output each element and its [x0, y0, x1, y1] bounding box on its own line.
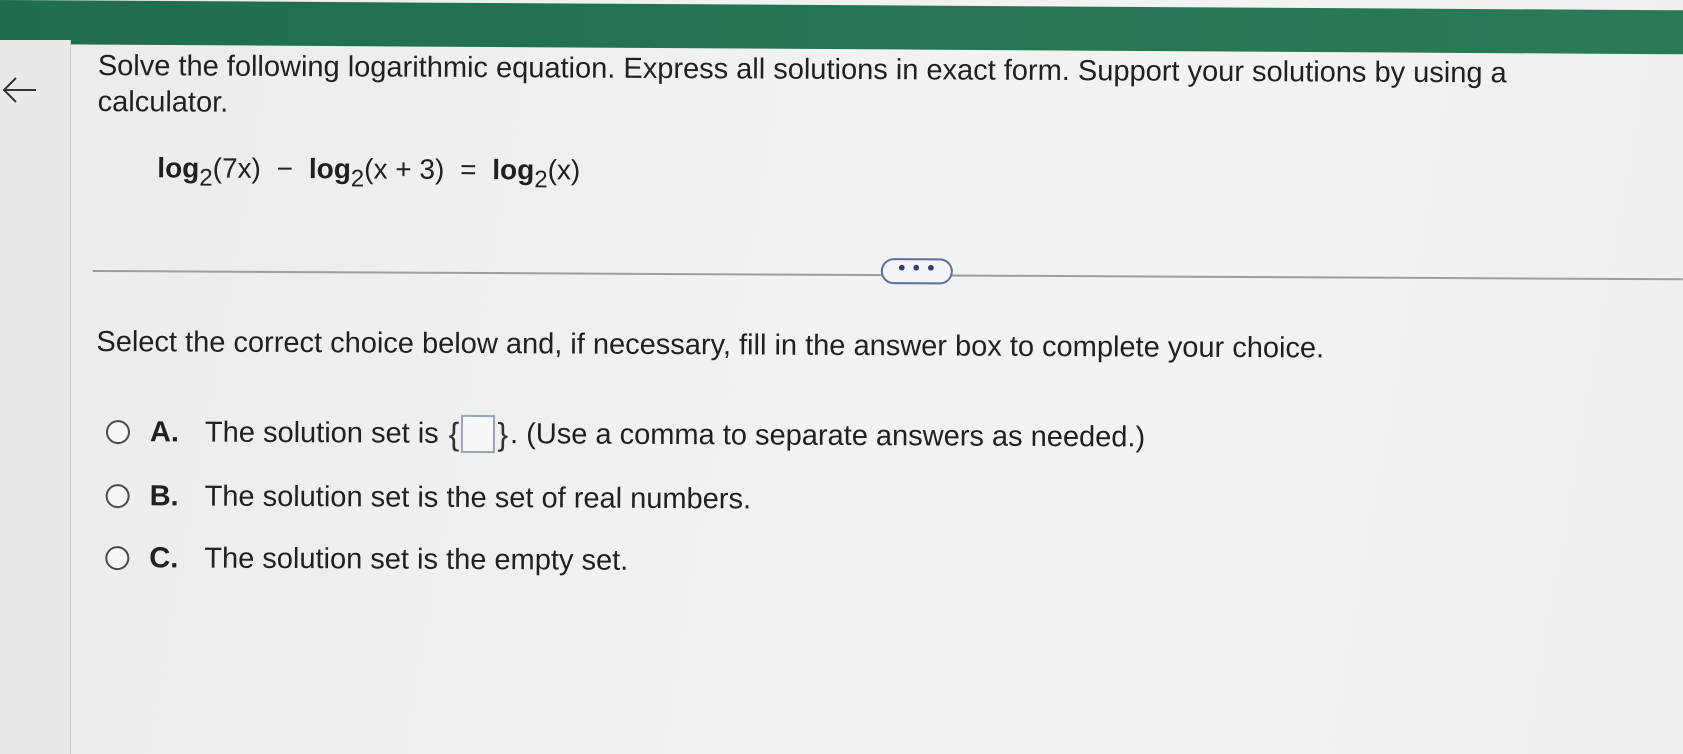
arrow-left-icon[interactable] [0, 70, 40, 110]
equation: log2(7x) − log2(x + 3) = log2(x) [157, 152, 581, 193]
log-argument-1: (7x) [212, 152, 262, 184]
log-term-1: log [157, 152, 200, 184]
equals-sign: = [460, 153, 477, 185]
instruction-text: Select the correct choice below and, if … [96, 325, 1325, 365]
left-panel-edge [0, 40, 71, 754]
log-argument-2: (x + 3) [364, 153, 445, 185]
question-content: Solve the following logarithmic equation… [92, 44, 1683, 752]
choice-c-letter: C. [149, 541, 179, 574]
log-base-3: 2 [534, 166, 548, 194]
choice-c-text: The solution set is the empty set. [204, 542, 629, 577]
log-base-1: 2 [199, 164, 213, 192]
log-base-2: 2 [350, 165, 365, 193]
log-argument-3: (x) [547, 154, 581, 186]
choice-b[interactable]: B. The solution set is the set of real n… [105, 476, 752, 519]
choice-a-text-before: The solution set is [204, 416, 439, 450]
choice-a-letter: A. [149, 415, 180, 448]
log-term-2: log [308, 153, 351, 185]
minus-sign: − [276, 152, 294, 185]
choice-b-text: The solution set is the set of real numb… [204, 480, 752, 515]
choice-c[interactable]: C. The solution set is the empty set. [105, 538, 628, 581]
choice-a-text-after: . (Use a comma to separate answers as ne… [509, 417, 1146, 453]
choice-b-letter: B. [149, 479, 179, 512]
open-brace: { [448, 415, 460, 452]
radio-choice-b[interactable] [105, 484, 130, 509]
close-brace: } [497, 415, 509, 452]
log-term-3: log [492, 154, 535, 186]
question-prompt: Solve the following logarithmic equation… [97, 49, 1507, 119]
choice-a[interactable]: A. The solution set is { } . (Use a comm… [105, 412, 1146, 457]
radio-choice-c[interactable] [105, 546, 130, 571]
answer-input-box[interactable] [461, 414, 496, 454]
more-options-button[interactable]: • • • [880, 257, 953, 285]
radio-choice-a[interactable] [105, 420, 131, 445]
